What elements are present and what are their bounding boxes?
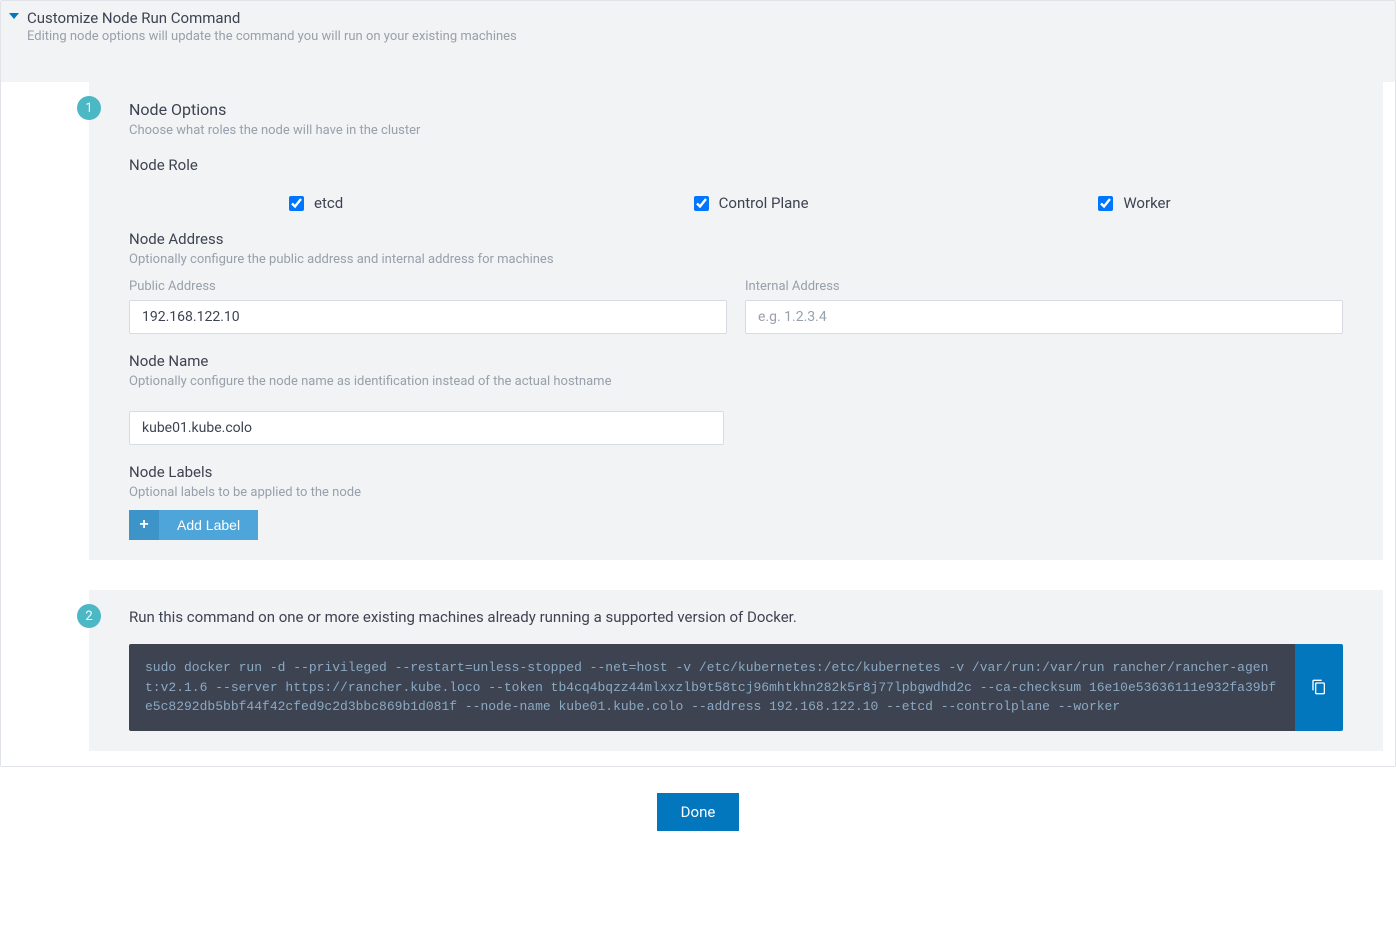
- node-name-sub: Optionally configure the node name as id…: [129, 374, 1343, 389]
- node-name-input[interactable]: [129, 411, 724, 445]
- panel-subtitle: Editing node options will update the com…: [27, 29, 517, 44]
- copy-command-button[interactable]: [1295, 644, 1343, 731]
- role-control-plane-checkbox[interactable]: [694, 196, 709, 211]
- step-badge-1: 1: [77, 96, 101, 120]
- step-1-section: 1 Node Options Choose what roles the nod…: [89, 82, 1383, 560]
- role-worker-checkbox[interactable]: [1098, 196, 1113, 211]
- step-2-section: 2 Run this command on one or more existi…: [89, 590, 1383, 751]
- step-badge-2: 2: [77, 604, 101, 628]
- node-labels-sub: Optional labels to be applied to the nod…: [129, 485, 1343, 500]
- public-address-input[interactable]: [129, 300, 727, 334]
- node-address-sub: Optionally configure the public address …: [129, 252, 1343, 267]
- node-address-heading: Node Address: [129, 230, 1343, 248]
- collapse-caret-icon[interactable]: [9, 13, 19, 19]
- node-labels-heading: Node Labels: [129, 463, 1343, 481]
- node-options-title: Node Options: [129, 100, 1343, 119]
- internal-address-input[interactable]: [745, 300, 1343, 334]
- panel-header[interactable]: Customize Node Run Command Editing node …: [1, 1, 1395, 52]
- node-role-row: etcd Control Plane Worker: [129, 194, 1343, 212]
- plus-icon: +: [129, 510, 159, 540]
- clipboard-icon: [1311, 678, 1327, 696]
- add-label-text: Add Label: [159, 517, 258, 533]
- role-etcd-label[interactable]: etcd: [289, 194, 343, 212]
- command-text[interactable]: sudo docker run -d --privileged --restar…: [129, 644, 1295, 731]
- node-role-heading: Node Role: [129, 156, 1343, 174]
- node-options-subtitle: Choose what roles the node will have in …: [129, 123, 1343, 138]
- public-address-label: Public Address: [129, 279, 727, 294]
- role-control-plane-text: Control Plane: [719, 194, 809, 212]
- done-button[interactable]: Done: [657, 793, 740, 831]
- panel-title: Customize Node Run Command: [27, 9, 517, 27]
- role-etcd-text: etcd: [314, 194, 343, 212]
- node-name-heading: Node Name: [129, 352, 1343, 370]
- role-worker-text: Worker: [1123, 194, 1170, 212]
- internal-address-label: Internal Address: [745, 279, 1343, 294]
- role-worker-label[interactable]: Worker: [1098, 194, 1170, 212]
- command-instruction: Run this command on one or more existing…: [129, 608, 1343, 626]
- role-control-plane-label[interactable]: Control Plane: [694, 194, 809, 212]
- add-label-button[interactable]: + Add Label: [129, 510, 258, 540]
- role-etcd-checkbox[interactable]: [289, 196, 304, 211]
- customize-node-panel: Customize Node Run Command Editing node …: [0, 0, 1396, 767]
